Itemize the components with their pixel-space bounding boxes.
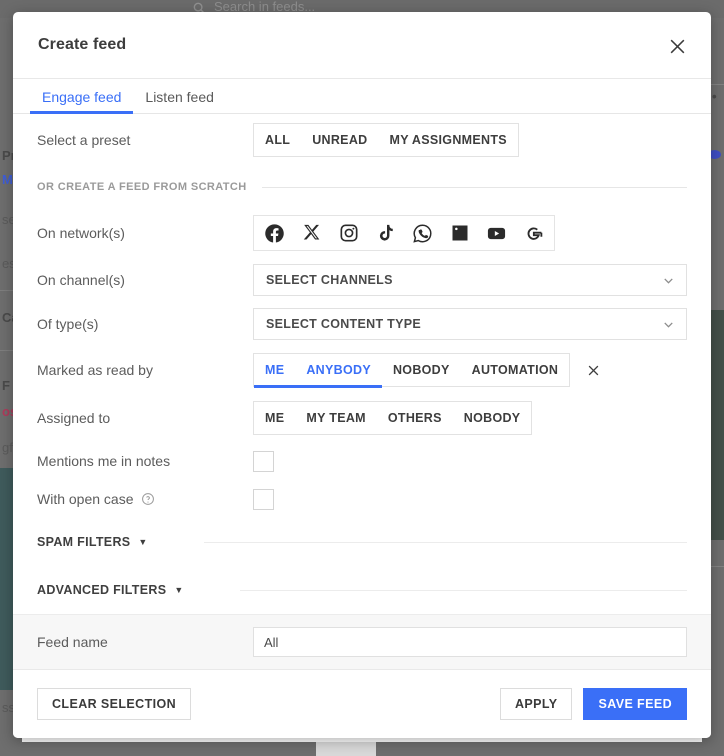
feed-name-label: Feed name (37, 634, 108, 650)
open-case-row: With open case (37, 480, 687, 518)
create-feed-dialog: Create feed Engage feed Listen feed Sele… (13, 12, 711, 738)
feed-name-row: Feed name (13, 614, 711, 670)
content-type-select-value: SELECT CONTENT TYPE (266, 317, 422, 331)
marked-as-read-option-me[interactable]: ME (254, 354, 295, 386)
caret-down-icon: ▼ (138, 537, 148, 547)
open-case-label: With open case (37, 491, 253, 507)
tab-engage-feed[interactable]: Engage feed (30, 89, 134, 114)
close-icon[interactable] (665, 34, 689, 58)
save-feed-button[interactable]: SAVE FEED (583, 688, 687, 720)
preset-row: Select a preset ALL UNREAD MY ASSIGNMENT… (37, 114, 687, 166)
divider-line (261, 186, 687, 188)
preset-segmented-group: ALL UNREAD MY ASSIGNMENTS (253, 123, 519, 157)
instagram-icon[interactable] (338, 223, 359, 244)
assigned-to-label: Assigned to (37, 410, 111, 426)
channels-select-value: SELECT CHANNELS (266, 273, 393, 287)
channels-row: On channel(s) SELECT CHANNELS (37, 258, 687, 302)
mentions-me-label: Mentions me in notes (37, 453, 171, 469)
assigned-to-option-me[interactable]: ME (254, 402, 295, 434)
advanced-filters-label: ADVANCED FILTERS (37, 583, 167, 597)
assigned-to-segmented-group: ME MY TEAM OTHERS NOBODY (253, 401, 533, 435)
chevron-down-icon (661, 273, 676, 288)
selection-underline (254, 385, 382, 388)
mentions-me-checkbox[interactable] (253, 450, 274, 472)
spam-filters-label: SPAM FILTERS (37, 535, 131, 549)
spam-filters-row: SPAM FILTERS ▼ (37, 518, 687, 566)
youtube-icon[interactable] (486, 223, 507, 244)
preset-label: Select a preset (37, 132, 131, 148)
mentions-me-row: Mentions me in notes (37, 442, 687, 480)
dialog-tabs: Engage feed Listen feed (13, 78, 711, 114)
scratch-divider: OR CREATE A FEED FROM SCRATCH (37, 166, 687, 208)
marked-as-read-row: Marked as read by ME ANYBODY NOBODY AUTO… (37, 346, 687, 394)
channels-select[interactable]: SELECT CHANNELS (253, 264, 687, 296)
feed-name-input[interactable] (253, 627, 687, 657)
advanced-filters-toggle[interactable]: ADVANCED FILTERS ▼ (37, 583, 184, 597)
advanced-filters-row: ADVANCED FILTERS ▼ (37, 566, 687, 614)
preset-option-all[interactable]: ALL (254, 124, 301, 156)
marked-as-read-option-nobody[interactable]: NOBODY (382, 354, 461, 386)
whatsapp-icon[interactable] (412, 223, 433, 244)
assigned-to-option-nobody[interactable]: NOBODY (453, 402, 532, 434)
page-title: Create feed (38, 36, 127, 53)
facebook-icon[interactable] (264, 223, 285, 244)
apply-button[interactable]: APPLY (499, 688, 573, 720)
google-icon[interactable] (523, 223, 544, 244)
scratch-divider-label: OR CREATE A FEED FROM SCRATCH (37, 181, 247, 193)
help-circle-icon[interactable] (141, 492, 155, 506)
clear-selection-button[interactable]: CLEAR SELECTION (37, 688, 192, 720)
open-case-label-text: With open case (37, 491, 134, 507)
marked-as-read-label: Marked as read by (37, 362, 153, 378)
clear-marked-as-read-icon[interactable] (584, 361, 602, 379)
assigned-to-option-others[interactable]: OTHERS (377, 402, 453, 434)
content-type-row: Of type(s) SELECT CONTENT TYPE (37, 302, 687, 346)
marked-as-read-option-anybody[interactable]: ANYBODY (295, 354, 382, 386)
spam-filters-toggle[interactable]: SPAM FILTERS ▼ (37, 535, 148, 549)
tab-listen-feed[interactable]: Listen feed (133, 89, 226, 113)
networks-label: On network(s) (37, 225, 125, 241)
assigned-to-row: Assigned to ME MY TEAM OTHERS NOBODY (37, 394, 687, 442)
marked-as-read-segmented-group: ME ANYBODY NOBODY AUTOMATION (253, 353, 571, 387)
caret-down-icon: ▼ (174, 585, 184, 595)
linkedin-icon[interactable] (449, 223, 470, 244)
channels-label: On channel(s) (37, 272, 125, 288)
chevron-down-icon (661, 317, 676, 332)
dialog-body: Select a preset ALL UNREAD MY ASSIGNMENT… (13, 114, 711, 614)
preset-option-my-assignments[interactable]: MY ASSIGNMENTS (378, 124, 517, 156)
networks-row: On network(s) (37, 208, 687, 258)
assigned-to-option-my-team[interactable]: MY TEAM (295, 402, 377, 434)
tiktok-icon[interactable] (375, 223, 396, 244)
divider-line (239, 589, 687, 591)
content-type-select[interactable]: SELECT CONTENT TYPE (253, 308, 687, 340)
footer-actions: APPLY SAVE FEED (499, 688, 687, 720)
dialog-header: Create feed (13, 12, 711, 78)
marked-as-read-option-automation[interactable]: AUTOMATION (461, 354, 570, 386)
open-case-checkbox[interactable] (253, 488, 274, 510)
x-twitter-icon[interactable] (301, 223, 322, 244)
preset-option-unread[interactable]: UNREAD (301, 124, 378, 156)
background-bottom-highlight (316, 742, 376, 756)
dialog-footer: CLEAR SELECTION APPLY SAVE FEED (13, 670, 711, 738)
content-type-label: Of type(s) (37, 316, 99, 332)
divider-line (203, 541, 687, 543)
network-selector (253, 215, 555, 251)
